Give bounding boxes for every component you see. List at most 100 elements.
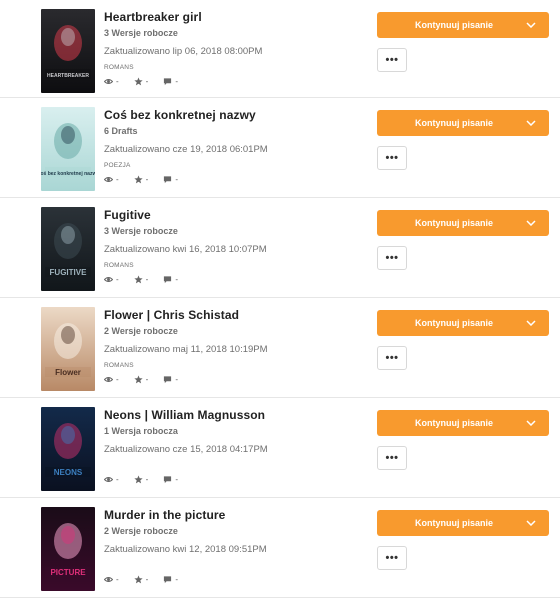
story-title[interactable]: Flower | Chris Schistad — [104, 308, 370, 323]
continue-writing-label: Kontynuuj pisanie — [414, 218, 493, 228]
draft-count: 1 Wersja robocza — [104, 426, 178, 436]
star-icon — [134, 76, 143, 86]
comment-icon — [163, 175, 172, 184]
star-icon — [134, 174, 143, 184]
views-count: - — [116, 274, 119, 284]
more-options-button[interactable]: ••• — [377, 246, 407, 270]
comment-icon — [163, 475, 172, 484]
continue-writing-label: Kontynuuj pisanie — [414, 118, 493, 128]
last-updated: Zaktualizowano kwi 12, 2018 09:51PM — [104, 544, 267, 555]
more-options-button[interactable]: ••• — [377, 346, 407, 370]
more-options-button[interactable]: ••• — [377, 546, 407, 570]
story-stats: - - - — [104, 474, 370, 484]
comment-icon — [163, 375, 172, 384]
story-cover[interactable]: FUGITIVE — [41, 207, 95, 291]
chevron-down-icon[interactable] — [513, 520, 549, 526]
views-stat: - — [104, 375, 119, 384]
story-cover[interactable]: Flower — [41, 307, 95, 391]
story-info: Flower | Chris Schistad 2 Wersje robocze… — [104, 308, 370, 384]
story-title[interactable]: Fugitive — [104, 208, 370, 223]
continue-writing-label: Kontynuuj pisanie — [414, 418, 493, 428]
story-stats: - - - — [104, 574, 370, 584]
votes-stat: - — [134, 474, 149, 484]
story-info: Fugitive 3 Wersje robocze Zaktualizowano… — [104, 208, 370, 284]
comments-stat: - — [163, 275, 178, 284]
votes-count: - — [145, 374, 149, 384]
comments-count: - — [175, 274, 179, 284]
story-stats: - - - — [104, 174, 370, 184]
story-info: Coś bez konkretnej nazwy 6 Drafts Zaktua… — [104, 108, 370, 184]
votes-count: - — [145, 274, 149, 284]
views-count: - — [116, 374, 119, 384]
star-icon — [134, 374, 143, 384]
comment-icon — [163, 77, 172, 86]
story-row: Coś bez konkretnej nazwy Coś bez konkret… — [0, 98, 560, 198]
cover-title-text: NEONS — [54, 468, 83, 477]
story-cover[interactable]: Coś bez konkretnej nazwy — [41, 107, 95, 191]
comments-stat: - — [163, 575, 178, 584]
continue-writing-button[interactable]: Kontynuuj pisanie — [377, 210, 549, 236]
views-stat: - — [104, 175, 119, 184]
votes-stat: - — [134, 174, 149, 184]
more-options-button[interactable]: ••• — [377, 48, 407, 72]
chevron-down-icon[interactable] — [513, 320, 549, 326]
comments-count: - — [175, 474, 179, 484]
story-row: NEONS Neons | William Magnusson 1 Wersja… — [0, 398, 560, 498]
continue-writing-label: Kontynuuj pisanie — [414, 20, 493, 30]
votes-count: - — [145, 174, 149, 184]
votes-stat: - — [134, 374, 149, 384]
cover-title-text: FUGITIVE — [50, 268, 88, 277]
story-title[interactable]: Murder in the picture — [104, 508, 370, 523]
cover-image: PICTURE — [41, 507, 95, 591]
cover-title-text: Coś bez konkretnej nazwy — [41, 171, 95, 177]
story-title[interactable]: Neons | William Magnusson — [104, 408, 370, 423]
story-stats: - - - — [104, 374, 370, 384]
comments-stat: - — [163, 175, 178, 184]
views-stat: - — [104, 575, 119, 584]
story-row: HEARTBREAKER Heartbreaker girl 3 Wersje … — [0, 0, 560, 98]
story-row: PICTURE Murder in the picture 2 Wersje r… — [0, 498, 560, 598]
votes-stat: - — [134, 274, 149, 284]
star-icon — [134, 274, 143, 284]
continue-writing-label: Kontynuuj pisanie — [414, 318, 493, 328]
more-options-button[interactable]: ••• — [377, 146, 407, 170]
category-tag: ROMANS — [104, 262, 134, 269]
comment-icon — [163, 575, 172, 584]
cover-image: HEARTBREAKER — [41, 9, 95, 93]
stories-list: HEARTBREAKER Heartbreaker girl 3 Wersje … — [0, 0, 560, 598]
star-icon — [134, 474, 143, 484]
story-cover[interactable]: HEARTBREAKER — [41, 9, 95, 93]
votes-count: - — [145, 76, 149, 86]
cover-image: Coś bez konkretnej nazwy — [41, 107, 95, 191]
cover-image: NEONS — [41, 407, 95, 491]
continue-writing-button[interactable]: Kontynuuj pisanie — [377, 12, 549, 38]
story-cover[interactable]: PICTURE — [41, 507, 95, 591]
continue-writing-button[interactable]: Kontynuuj pisanie — [377, 110, 549, 136]
continue-writing-button[interactable]: Kontynuuj pisanie — [377, 310, 549, 336]
last-updated: Zaktualizowano cze 19, 2018 06:01PM — [104, 144, 268, 155]
category-tag — [104, 562, 370, 570]
story-title[interactable]: Heartbreaker girl — [104, 10, 370, 25]
draft-count: 3 Wersje robocze — [104, 226, 178, 236]
chevron-down-icon[interactable] — [513, 220, 549, 226]
more-options-button[interactable]: ••• — [377, 446, 407, 470]
continue-writing-button[interactable]: Kontynuuj pisanie — [377, 510, 549, 536]
chevron-down-icon[interactable] — [513, 120, 549, 126]
comments-count: - — [175, 76, 179, 86]
story-info: Heartbreaker girl 3 Wersje robocze Zaktu… — [104, 10, 370, 86]
votes-count: - — [145, 474, 149, 484]
cover-title-text: Flower — [55, 368, 81, 377]
category-tag: ROMANS — [104, 64, 134, 71]
story-title[interactable]: Coś bez konkretnej nazwy — [104, 108, 370, 123]
votes-stat: - — [134, 76, 149, 86]
continue-writing-button[interactable]: Kontynuuj pisanie — [377, 410, 549, 436]
chevron-down-icon[interactable] — [513, 22, 549, 28]
last-updated: Zaktualizowano cze 15, 2018 04:17PM — [104, 444, 268, 455]
comments-count: - — [175, 574, 179, 584]
eye-icon — [104, 77, 113, 86]
story-cover[interactable]: NEONS — [41, 407, 95, 491]
draft-count: 6 Drafts — [104, 126, 138, 136]
chevron-down-icon[interactable] — [513, 420, 549, 426]
comments-stat: - — [163, 77, 178, 86]
views-count: - — [116, 76, 119, 86]
